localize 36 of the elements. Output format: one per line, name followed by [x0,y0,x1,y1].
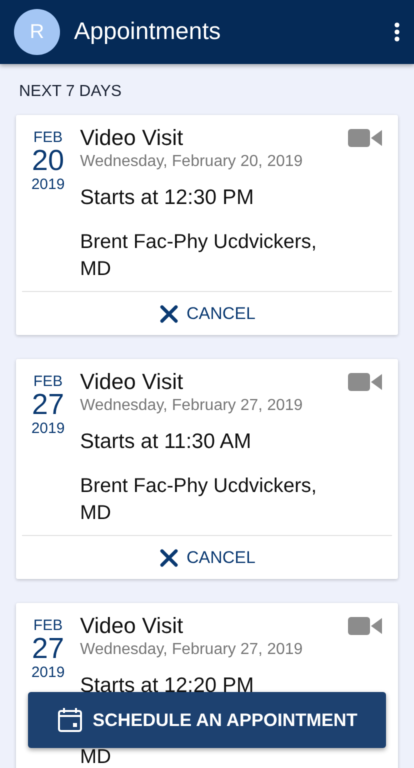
start-time: Starts at 11:30 AM [80,430,252,454]
calendar-icon [56,707,83,733]
visit-type: Video Visit [80,613,184,639]
close-icon [158,548,179,568]
date-month: FEB [33,373,63,390]
video-camera-icon [348,128,382,148]
video-camera-icon [348,616,382,636]
schedule-appointment-button[interactable]: SCHEDULE AN APPOINTMENT [28,692,386,748]
screen-title: Appointments [74,18,222,46]
provider-name: MD [80,501,112,526]
date-month: FEB [33,617,63,634]
provider-name: Brent Fac-Phy Ucdvickers, [80,474,317,499]
close-icon [158,304,179,324]
visit-type: Video Visit [80,125,184,151]
more-options-icon[interactable] [394,22,400,42]
video-camera-icon [348,372,382,392]
date-month: FEB [33,129,63,146]
appointment-card[interactable]: FEB 27 2019 Video Visit Wednesday, February 27, 2019 Starts at 11:30 AM Brent Fac-Phy Ucdvickers, MD CANCEL [16,359,398,579]
date-day: 20 [32,146,64,176]
date-year: 2019 [31,664,65,681]
date-year: 2019 [31,176,65,193]
date-day: 27 [32,390,64,420]
visit-type: Video Visit [80,369,184,395]
date-year: 2019 [31,420,65,437]
appointment-card[interactable]: FEB 20 2019 Video Visit Wednesday, February 20, 2019 Starts at 12:30 PM Brent Fac-Phy Ucdvickers, MD CANCEL [16,115,398,335]
provider-name: Brent Fac-Phy Ucdvickers, [80,230,317,255]
date-day: 27 [32,634,64,664]
appointment-date: Wednesday, February 20, 2019 [80,153,303,171]
cancel-button[interactable]: CANCEL [150,544,264,572]
provider-name: MD [80,745,112,768]
provider-name: MD [80,257,112,282]
section-heading: NEXT 7 DAYS [19,83,122,101]
start-time: Starts at 12:30 PM [80,186,254,210]
appointment-date: Wednesday, February 27, 2019 [80,641,303,659]
cancel-button[interactable]: CANCEL [150,300,264,328]
appointment-date: Wednesday, February 27, 2019 [80,397,303,415]
